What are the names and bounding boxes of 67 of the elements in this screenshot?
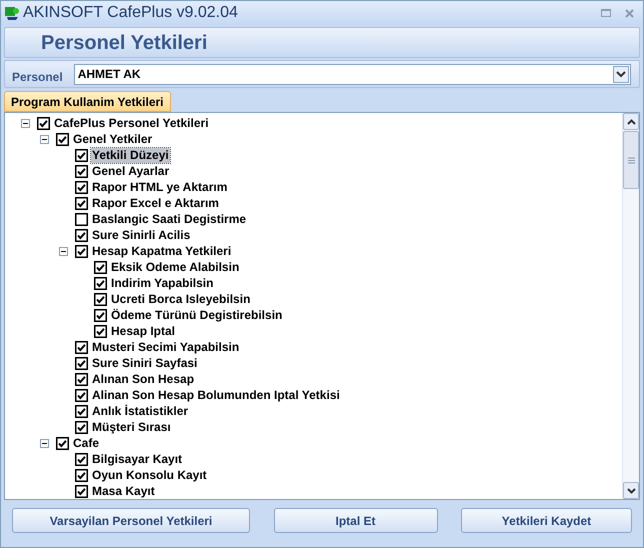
checkbox[interactable] — [75, 164, 88, 178]
tree-item[interactable]: Genel Ayarlar — [91, 164, 170, 178]
app-icon — [4, 5, 20, 21]
tree-item[interactable]: Oyun Konsolu Kayıt — [91, 468, 208, 482]
checkbox[interactable] — [75, 484, 88, 498]
personel-label: Personel — [12, 69, 63, 86]
checkbox[interactable] — [75, 196, 88, 210]
checkbox[interactable] — [75, 468, 88, 482]
tree-item[interactable]: CafePlus Personel Yetkileri — [53, 116, 210, 130]
tree-item[interactable]: Alinan Son Hesap Bolumunden Iptal Yetkisi — [91, 388, 341, 402]
scroll-down-button[interactable] — [623, 482, 639, 499]
tree-item[interactable]: Rapor HTML ye Aktarım — [91, 180, 228, 194]
tree-item[interactable]: Sure Siniri Sayfasi — [91, 356, 198, 370]
checkbox[interactable] — [75, 452, 88, 466]
tree-item[interactable]: Hesap Iptal — [110, 324, 176, 338]
personel-value: AHMET AK — [78, 66, 142, 83]
tree-item[interactable]: Sure Sinirli Acilis — [91, 228, 192, 242]
tree-item[interactable]: Ödeme Türünü Degistirebilsin — [110, 308, 284, 322]
scrollbar-thumb[interactable] — [623, 131, 639, 189]
action-button[interactable]: Yetkileri Kaydet — [461, 508, 632, 533]
checkbox[interactable] — [94, 292, 107, 306]
personel-dropdown[interactable]: AHMET AK — [74, 64, 631, 84]
checkbox[interactable] — [75, 420, 88, 434]
tree-item[interactable]: Masa Kayıt — [91, 484, 156, 498]
tree-item[interactable]: Müşteri Sırası — [91, 420, 172, 434]
tree-item[interactable]: Alınan Son Hesap — [91, 372, 196, 386]
checkbox[interactable] — [75, 356, 88, 370]
collapse-icon[interactable] — [58, 246, 68, 256]
checkbox[interactable] — [94, 276, 107, 290]
checkbox[interactable] — [75, 212, 88, 226]
action-button[interactable]: Iptal Et — [274, 508, 438, 533]
tree-item[interactable]: Bilgisayar Kayıt — [91, 452, 184, 466]
checkbox[interactable] — [75, 228, 88, 242]
tree-item[interactable]: Hesap Kapatma Yetkileri — [91, 244, 232, 258]
checkbox[interactable] — [94, 324, 107, 338]
checkbox[interactable] — [75, 180, 88, 194]
checkbox[interactable] — [56, 132, 69, 146]
caret-icon[interactable] — [613, 66, 629, 82]
checkbox[interactable] — [94, 308, 107, 322]
checkbox[interactable] — [75, 388, 88, 402]
window-title: AKINSOFT CafePlus v9.02.04 — [23, 3, 238, 23]
scroll-up-button[interactable] — [623, 113, 639, 130]
action-button[interactable]: Varsayilan Personel Yetkileri — [12, 508, 250, 533]
tree-item[interactable]: Eksik Odeme Alabilsin — [110, 260, 240, 274]
tree-item[interactable]: Rapor Excel e Aktarım — [91, 196, 220, 210]
grip-icon — [628, 156, 634, 164]
checkbox[interactable] — [56, 436, 69, 450]
collapse-icon[interactable] — [40, 438, 48, 448]
collapse-icon[interactable] — [40, 134, 48, 144]
checkbox[interactable] — [37, 116, 50, 130]
tree-item[interactable]: Anlık İstatistikler — [91, 404, 190, 418]
page-title: Personel Yetkileri — [41, 30, 208, 56]
tree-item[interactable]: Yetkili Düzeyi — [91, 148, 170, 162]
tree-item[interactable]: Musteri Secimi Yapabilsin — [91, 340, 240, 354]
tree-item[interactable]: Indirim Yapabilsin — [110, 276, 214, 290]
checkbox[interactable] — [75, 404, 88, 418]
tree-item[interactable]: Ucreti Borca Isleyebilsin — [110, 292, 252, 306]
checkbox[interactable] — [75, 372, 88, 386]
tab[interactable]: Program Kullanim Yetkileri — [4, 91, 171, 112]
tree-item[interactable]: Genel Yetkiler — [72, 132, 154, 146]
tree-item[interactable]: Baslangic Saati Degistirme — [91, 212, 248, 226]
checkbox[interactable] — [94, 260, 107, 274]
checkbox[interactable] — [75, 340, 88, 354]
tree-item[interactable]: Cafe — [72, 436, 100, 450]
checkbox[interactable] — [75, 244, 88, 258]
checkbox[interactable] — [75, 148, 88, 162]
collapse-icon[interactable] — [20, 118, 30, 128]
